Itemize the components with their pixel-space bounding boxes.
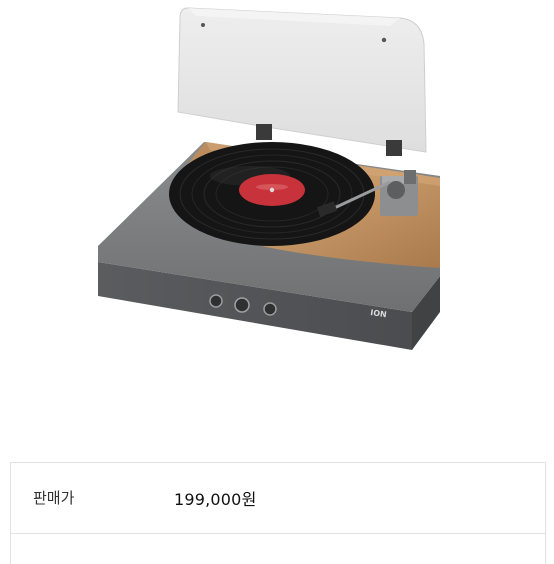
price-value: 199,000원 bbox=[174, 490, 257, 509]
price-label: 판매가 bbox=[33, 489, 75, 507]
hinge-left bbox=[256, 124, 272, 140]
next-row bbox=[11, 534, 545, 564]
dust-cover bbox=[177, 7, 427, 153]
price-row: 판매가 199,000원 bbox=[11, 463, 545, 534]
price-table: 판매가 199,000원 bbox=[10, 462, 546, 564]
vinyl-record bbox=[169, 142, 375, 246]
product-image: ION bbox=[20, 0, 534, 432]
hinge-right bbox=[386, 140, 402, 156]
turntable-illustration: ION bbox=[98, 7, 440, 350]
